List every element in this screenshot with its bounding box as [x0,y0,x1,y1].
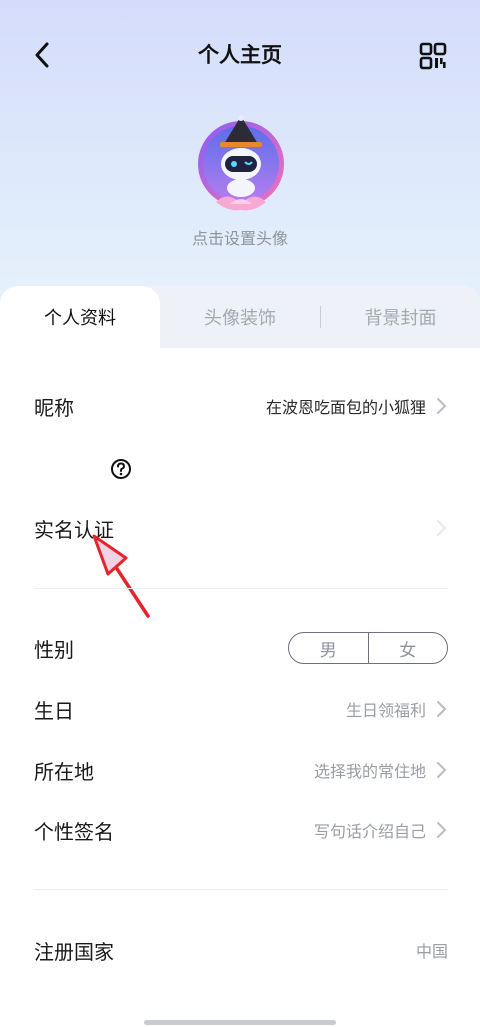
section-divider [34,889,448,890]
birthday-row[interactable]: 生日 生日领福利 [34,689,448,729]
chevron-right-icon [437,520,447,536]
nickname-value: 在波恩吃面包的小狐狸 [265,398,426,417]
birthday-value: 生日领福利 [345,701,426,720]
chevron-right-icon [437,398,447,414]
robot-avatar-icon [198,115,284,211]
qr-code-icon [419,42,447,70]
gender-option-female[interactable]: 女 [367,633,448,663]
tab-avatar-decoration[interactable]: 头像装饰 [160,286,320,348]
tab-background-cover[interactable]: 背景封面 [321,286,480,348]
tab-bar: 个人资料 头像装饰 背景封面 [0,286,480,348]
gender-row: 性别 男 女 [34,628,448,668]
signature-row[interactable]: 个性签名 写句话介绍自己 [34,810,448,850]
chevron-right-icon [437,762,447,778]
gender-toggle: 男 女 [288,632,448,664]
gender-option-male[interactable]: 男 [289,633,368,663]
avatar[interactable] [194,112,288,218]
signature-label: 个性签名 [34,819,114,844]
chevron-right-icon [437,822,447,838]
home-indicator [144,1020,336,1025]
country-value: 中国 [415,942,448,961]
tab-profile-info[interactable]: 个人资料 [0,286,160,348]
page-title: 个人主页 [198,43,282,67]
nickname-label: 昵称 [34,395,74,420]
gender-label: 性别 [34,637,74,662]
birthday-label: 生日 [34,698,74,723]
country-label: 注册国家 [34,939,114,964]
avatar-set-hint[interactable]: 点击设置头像 [0,228,480,250]
nickname-row[interactable]: 昵称 在波恩吃面包的小狐狸 [34,386,448,426]
location-label: 所在地 [34,759,94,784]
registered-country-row: 注册国家 中国 [34,930,448,970]
location-value: 选择我的常住地 [313,762,426,781]
section-divider [34,588,448,589]
chevron-right-icon [437,701,447,717]
help-question-icon[interactable] [110,458,132,480]
annotation-arrow [92,534,150,618]
location-row[interactable]: 所在地 选择我的常住地 [34,750,448,790]
signature-value: 写句话介绍自己 [313,822,426,841]
qr-code-button[interactable] [418,41,448,71]
